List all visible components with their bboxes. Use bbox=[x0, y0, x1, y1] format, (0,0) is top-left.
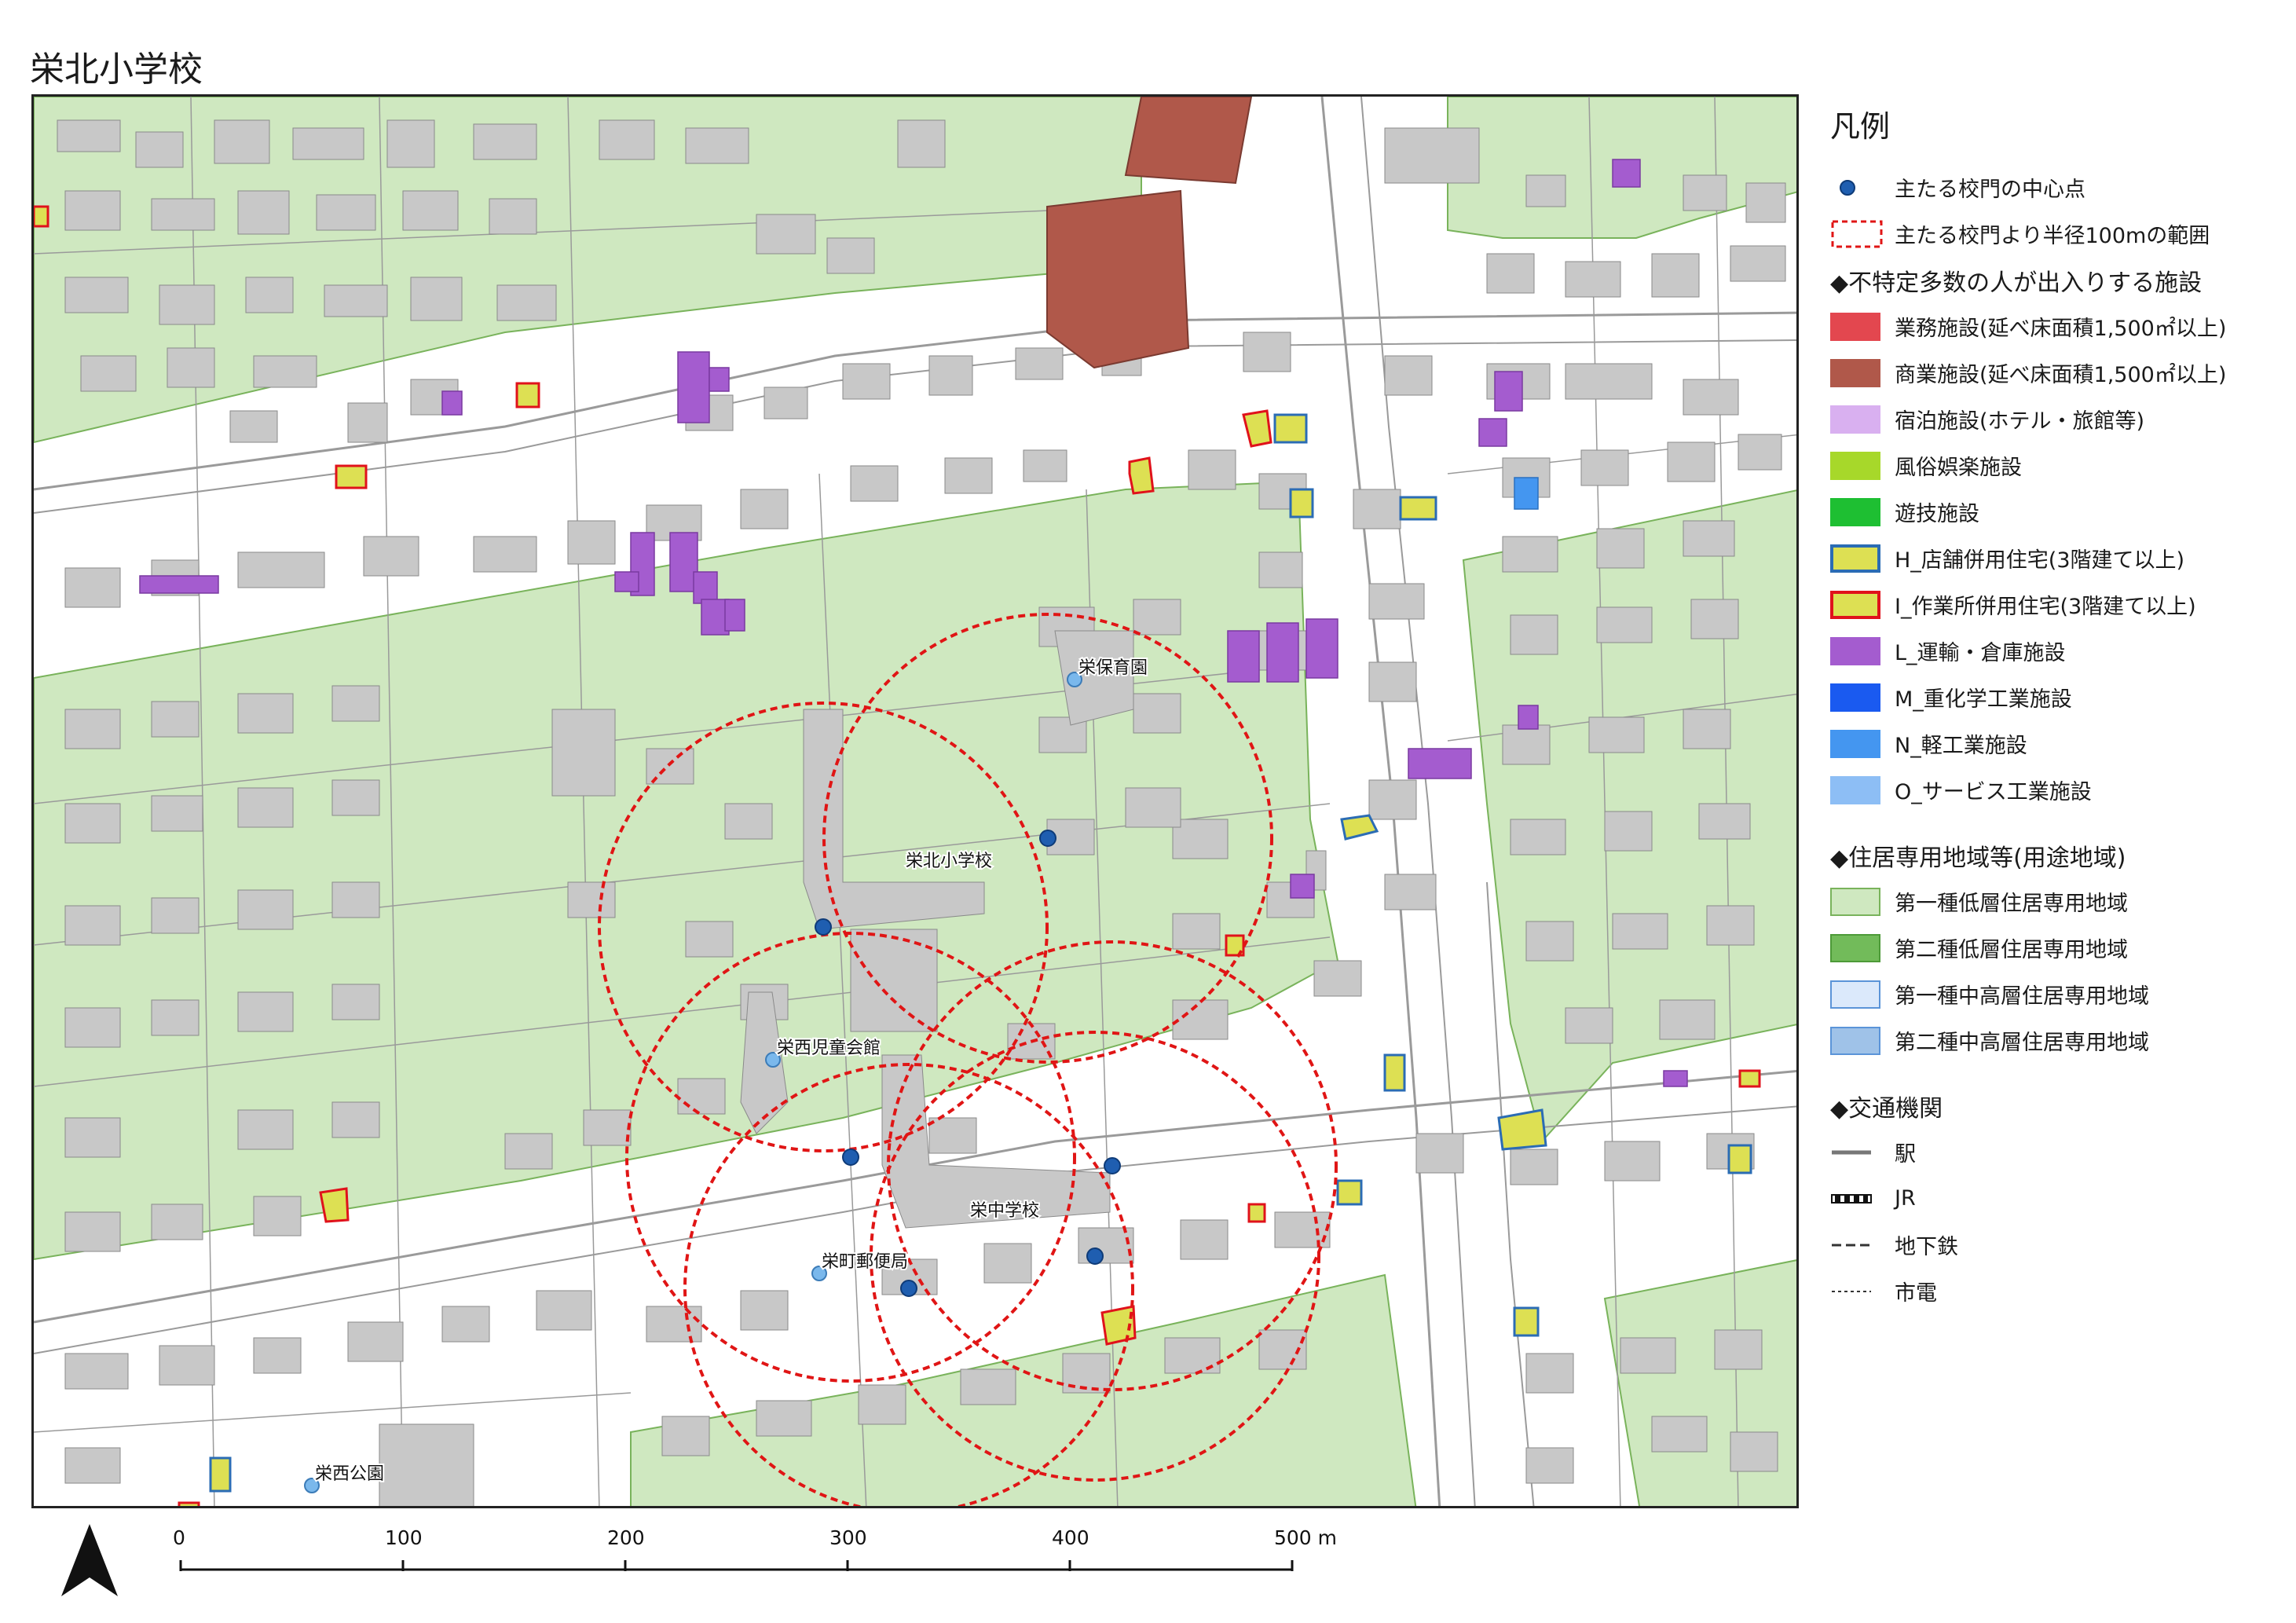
legend-adult-entertainment-label: 風俗娯楽施設 bbox=[1895, 456, 2022, 480]
legend-jr: JR bbox=[1830, 1175, 2286, 1222]
legend-gap-2 bbox=[1830, 1064, 2286, 1083]
legend: 凡例 主たる校門の中心点 主たる校門より半径100mの範囲 ◆不特定多数の人が出… bbox=[1830, 102, 2286, 1314]
legend-zone2-midhigh: 第二種中高層住居専用地域 bbox=[1830, 1017, 2286, 1064]
light-industry-swatch bbox=[1830, 729, 1880, 758]
legend-buffer-label: 主たる校門より半径100mの範囲 bbox=[1895, 224, 2210, 248]
legend-amusement: 遊技施設 bbox=[1830, 489, 2286, 535]
commercial-swatch bbox=[1830, 358, 1880, 387]
legend-shop-house-label: H_店舗併用住宅(3階建て以上) bbox=[1895, 548, 2185, 573]
legend-service-industry-label: O_サービス工業施設 bbox=[1895, 780, 2092, 804]
legend-light-industry-label: N_軽工業施設 bbox=[1895, 734, 2027, 758]
legend-gate-point-label: 主たる校門の中心点 bbox=[1895, 178, 2085, 202]
label-childrens-hall: 栄西児童会館 bbox=[777, 1039, 881, 1058]
legend-business: 業務施設(延べ床面積1,500㎡以上) bbox=[1830, 303, 2286, 350]
legend-amusement-label: 遊技施設 bbox=[1895, 502, 1979, 526]
commercial-building-center bbox=[1046, 189, 1190, 369]
gate-point-6 bbox=[1086, 1247, 1104, 1265]
gate-point-5 bbox=[900, 1280, 917, 1297]
legend-gap bbox=[1830, 813, 2286, 832]
label-nursery: 栄保育園 bbox=[1078, 658, 1148, 678]
legend-lodging: 宿泊施設(ホテル・旅館等) bbox=[1830, 396, 2286, 442]
subway-line-icon bbox=[1830, 1229, 1885, 1261]
legend-zone2-midhigh-label: 第二種中高層住居専用地域 bbox=[1895, 1031, 2149, 1055]
school-north-wing bbox=[850, 929, 938, 1032]
scale-tick-100: 100 bbox=[385, 1526, 423, 1549]
lodging-swatch bbox=[1830, 405, 1880, 434]
zone1-low-swatch bbox=[1830, 887, 1880, 916]
legend-section-facilities: ◆不特定多数の人が出入りする施設 bbox=[1830, 269, 2203, 297]
legend-zone2-low-label: 第二種低層住居専用地域 bbox=[1895, 938, 2128, 962]
commercial-building-north bbox=[1124, 97, 1253, 185]
legend-zone2-low: 第二種低層住居専用地域 bbox=[1830, 925, 2286, 971]
legend-commercial: 商業施設(延べ床面積1,500㎡以上) bbox=[1830, 350, 2286, 396]
legend-shop-house: H_店舗併用住宅(3階建て以上) bbox=[1830, 535, 2286, 581]
shop-house-swatch bbox=[1830, 544, 1880, 573]
scale-tick-200: 200 bbox=[607, 1526, 645, 1549]
label-post-office: 栄町郵便局 bbox=[822, 1252, 908, 1272]
legend-zone1-low-label: 第一種低層住居専用地域 bbox=[1895, 892, 2128, 916]
map-title: 栄北小学校 bbox=[30, 49, 203, 90]
light-industry-facilities bbox=[1514, 477, 1539, 510]
map-canvas[interactable]: 栄北小学校 栄中学校 栄保育園 栄西児童会館 栄町郵便局 栄西公園 bbox=[34, 97, 1799, 1508]
scale-tick-0: 0 bbox=[173, 1526, 185, 1549]
legend-transport-warehouse-label: L_運輸・倉庫施設 bbox=[1895, 641, 2066, 665]
legend-gate-point: 主たる校門の中心点 bbox=[1830, 164, 2286, 211]
legend-jr-label: JR bbox=[1895, 1186, 1916, 1211]
gate-point-1 bbox=[815, 918, 832, 936]
scale-bar: 0 100 200 300 400 500 m bbox=[157, 1516, 1382, 1582]
gate-point-2 bbox=[1039, 830, 1056, 847]
legend-light-industry: N_軽工業施設 bbox=[1830, 720, 2286, 767]
buffer-swatch-icon bbox=[1830, 218, 1885, 250]
zone1-midhigh-swatch bbox=[1830, 980, 1880, 1009]
label-school-middle: 栄中学校 bbox=[970, 1201, 1039, 1221]
zone2-low-swatch bbox=[1830, 933, 1880, 962]
legend-station: 駅 bbox=[1830, 1129, 2286, 1175]
zone2-midhigh-swatch bbox=[1830, 1026, 1880, 1055]
tram-line-icon bbox=[1830, 1276, 1885, 1307]
label-school-north: 栄北小学校 bbox=[906, 852, 992, 871]
legend-adult-entertainment: 風俗娯楽施設 bbox=[1830, 442, 2286, 489]
label-park: 栄西公園 bbox=[315, 1464, 384, 1484]
legend-section-zoning: ◆住居専用地域等(用途地域) bbox=[1830, 844, 2126, 872]
legend-heavy-chemical-label: M_重化学工業施設 bbox=[1895, 687, 2072, 712]
workshop-house-swatch bbox=[1830, 590, 1880, 619]
service-industry-swatch bbox=[1830, 775, 1880, 804]
legend-service-industry: O_サービス工業施設 bbox=[1830, 767, 2286, 813]
scale-tick-500: 500 m bbox=[1274, 1526, 1337, 1549]
business-swatch bbox=[1830, 312, 1880, 341]
jr-line-icon bbox=[1830, 1183, 1885, 1215]
legend-section-transport: ◆交通機関 bbox=[1830, 1094, 1943, 1123]
legend-workshop-house: I_作業所併用住宅(3階建て以上) bbox=[1830, 581, 2286, 628]
scale-tick-300: 300 bbox=[829, 1526, 867, 1549]
legend-heavy-chemical: M_重化学工業施設 bbox=[1830, 674, 2286, 720]
legend-zone1-low: 第一種低層住居専用地域 bbox=[1830, 878, 2286, 925]
legend-zone1-midhigh-label: 第一種中高層住居専用地域 bbox=[1895, 984, 2149, 1009]
adult-entertainment-swatch bbox=[1830, 451, 1880, 480]
legend-tram-label: 市電 bbox=[1895, 1281, 1937, 1306]
legend-buffer: 主たる校門より半径100mの範囲 bbox=[1830, 211, 2286, 257]
legend-business-label: 業務施設(延べ床面積1,500㎡以上) bbox=[1895, 317, 2227, 341]
scale-tick-400: 400 bbox=[1052, 1526, 1089, 1549]
transport-warehouse-swatch bbox=[1830, 636, 1880, 665]
legend-station-label: 駅 bbox=[1895, 1142, 1916, 1167]
legend-subway-label: 地下鉄 bbox=[1895, 1235, 1958, 1259]
heavy-chemical-swatch bbox=[1830, 683, 1880, 712]
station-line-icon bbox=[1830, 1137, 1885, 1168]
legend-transport-warehouse: L_運輸・倉庫施設 bbox=[1830, 628, 2286, 674]
north-arrow-icon bbox=[58, 1521, 121, 1603]
legend-title: 凡例 bbox=[1830, 109, 1891, 144]
legend-zone1-midhigh: 第一種中高層住居専用地域 bbox=[1830, 971, 2286, 1017]
legend-tram: 市電 bbox=[1830, 1268, 2286, 1314]
amusement-swatch bbox=[1830, 497, 1880, 526]
legend-commercial-label: 商業施設(延べ床面積1,500㎡以上) bbox=[1895, 363, 2227, 387]
gate-point-4 bbox=[1104, 1157, 1121, 1174]
legend-subway: 地下鉄 bbox=[1830, 1222, 2286, 1268]
map-frame[interactable]: 栄北小学校 栄中学校 栄保育園 栄西児童会館 栄町郵便局 栄西公園 bbox=[31, 94, 1799, 1508]
gate-point-icon bbox=[1830, 172, 1885, 203]
legend-lodging-label: 宿泊施設(ホテル・旅館等) bbox=[1895, 409, 2145, 434]
legend-workshop-house-label: I_作業所併用住宅(3階建て以上) bbox=[1895, 595, 2196, 619]
gate-point-3 bbox=[842, 1149, 859, 1166]
